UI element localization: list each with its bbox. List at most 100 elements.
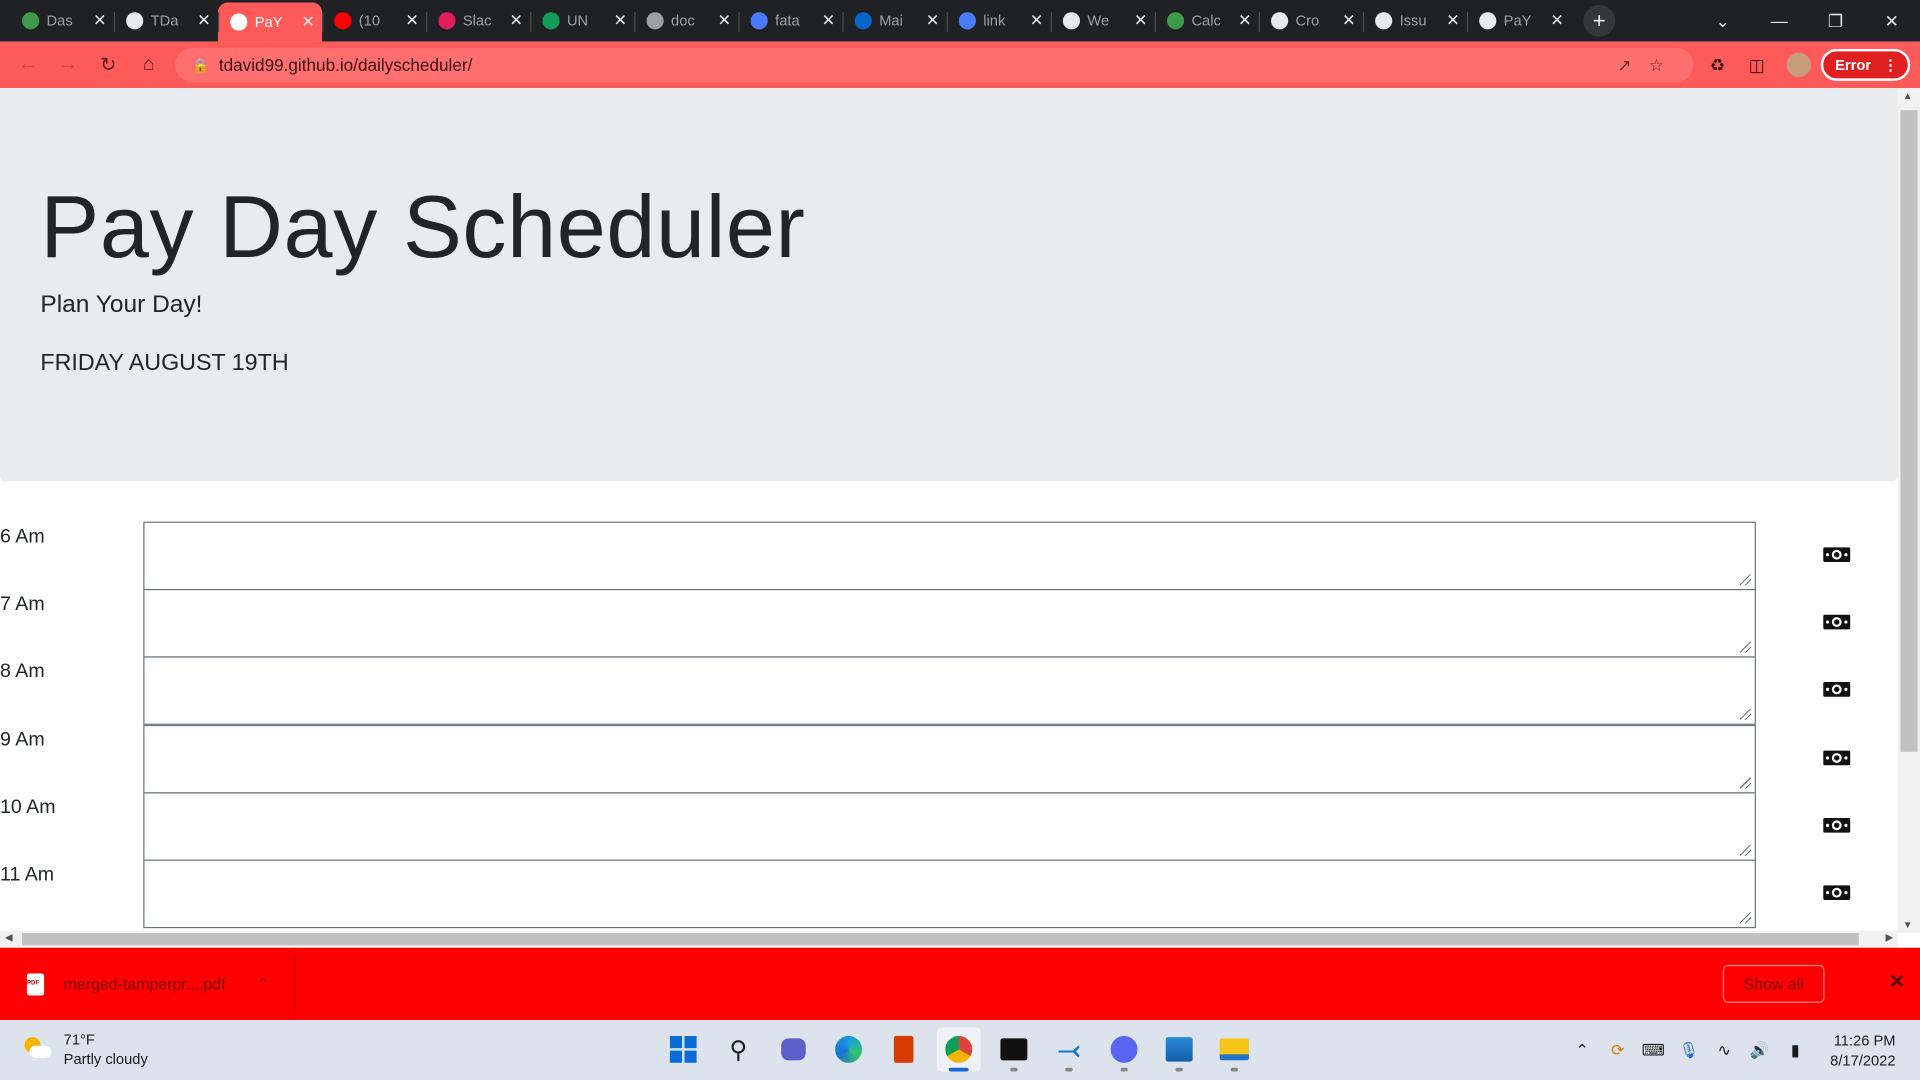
discord-taskbar-button[interactable] (1102, 1027, 1146, 1072)
bookmark-star-icon[interactable]: ☆ (1649, 55, 1682, 75)
scroll-up-icon[interactable]: ▲ (1903, 91, 1913, 102)
task-description-input[interactable] (143, 521, 1756, 591)
save-button[interactable] (1822, 814, 1851, 836)
resize-grip-icon[interactable] (1740, 844, 1752, 856)
browser-tab[interactable]: link ✕ (946, 2, 1051, 39)
close-tab-icon[interactable]: ✕ (1550, 11, 1563, 31)
browser-tab[interactable]: (10 ✕ (322, 2, 426, 39)
minimize-button[interactable]: — (1751, 11, 1807, 31)
browser-tab[interactable]: fata ✕ (738, 2, 842, 39)
address-bar[interactable]: 🔒 tdavid99.github.io/dailyscheduler/ ↗☆ (175, 47, 1694, 83)
save-button[interactable] (1822, 679, 1851, 701)
resize-grip-icon[interactable] (1740, 777, 1752, 789)
close-tab-icon[interactable]: ✕ (1238, 11, 1251, 31)
discord-icon (1110, 1035, 1138, 1063)
scroll-right-icon[interactable]: ▶ (1886, 932, 1894, 943)
close-tab-icon[interactable]: ✕ (93, 11, 106, 31)
extensions-puzzle-icon[interactable]: ♻ (1698, 54, 1737, 75)
browser-tab[interactable]: doc ✕ (634, 2, 738, 39)
microphone-icon[interactable]: 🎙 (1671, 1040, 1707, 1060)
tab-search-icon[interactable]: ⌄ (1695, 10, 1751, 31)
chat-taskbar-button[interactable] (771, 1027, 815, 1071)
close-window-button[interactable]: ✕ (1864, 10, 1920, 31)
scrollbar-thumb[interactable] (1900, 110, 1918, 752)
close-tab-icon[interactable]: ✕ (510, 11, 523, 31)
file-explorer-taskbar-button[interactable] (1212, 1027, 1256, 1072)
browser-tab[interactable]: Slac ✕ (426, 2, 530, 39)
close-tab-icon[interactable]: ✕ (1342, 11, 1355, 31)
scroll-down-icon[interactable]: ▼ (1903, 920, 1913, 931)
scroll-left-icon[interactable]: ◀ (5, 932, 13, 943)
save-button[interactable] (1822, 882, 1851, 904)
browser-tab[interactable]: UN ✕ (530, 2, 634, 39)
close-tab-icon[interactable]: ✕ (1134, 11, 1147, 31)
close-tab-icon[interactable]: ✕ (822, 11, 835, 31)
new-tab-button[interactable]: + (1583, 4, 1616, 37)
home-button[interactable]: ⌂ (129, 54, 169, 76)
wifi-icon[interactable]: ∿ (1706, 1040, 1742, 1060)
close-tab-icon[interactable]: ✕ (926, 11, 939, 31)
error-button[interactable]: Error ⋮ (1820, 48, 1911, 81)
close-icon[interactable]: ✕ (1889, 970, 1905, 994)
browser-tab[interactable]: PaY ✕ (1466, 2, 1571, 39)
task-description-input[interactable] (143, 791, 1756, 861)
side-panel-icon[interactable]: ◫ (1737, 54, 1776, 75)
restore-button[interactable]: ❐ (1807, 10, 1863, 31)
save-button[interactable] (1822, 544, 1851, 566)
chrome-taskbar-button[interactable] (936, 1027, 981, 1072)
terminal-taskbar-button[interactable] (992, 1027, 1036, 1072)
h-scrollbar-thumb[interactable] (22, 933, 1859, 946)
browser-tab[interactable]: Cro ✕ (1258, 2, 1363, 39)
horizontal-scrollbar[interactable]: ◀ ▶ (0, 930, 1898, 948)
browser-tab[interactable]: Issu ✕ (1362, 2, 1467, 39)
save-button[interactable] (1822, 746, 1851, 768)
close-tab-icon[interactable]: ✕ (718, 11, 731, 31)
task-description-input[interactable] (143, 724, 1756, 793)
task-description-input[interactable] (143, 589, 1756, 658)
close-tab-icon[interactable]: ✕ (301, 12, 314, 32)
start-button[interactable] (661, 1027, 705, 1071)
money-bill-icon (1823, 885, 1851, 900)
search-taskbar-button[interactable]: ⚲ (716, 1027, 760, 1071)
download-item[interactable]: merged-tamperpr....pdf ⌃ (0, 947, 296, 1021)
stock-icon (22, 12, 40, 30)
browser-tab[interactable]: We ✕ (1050, 2, 1155, 39)
task-description-input[interactable] (143, 656, 1756, 726)
battery-icon[interactable]: ▮ (1777, 1040, 1813, 1060)
photos-icon (1165, 1037, 1193, 1062)
reload-button[interactable]: ↻ (88, 53, 128, 77)
browser-tab[interactable]: PaY ✕ (217, 2, 323, 42)
close-tab-icon[interactable]: ✕ (1030, 11, 1043, 31)
profile-avatar[interactable] (1786, 52, 1811, 78)
share-icon[interactable]: ↗ (1617, 55, 1649, 75)
resize-grip-icon[interactable] (1740, 912, 1752, 924)
close-tab-icon[interactable]: ✕ (197, 11, 210, 31)
volume-icon[interactable]: 🔊 (1742, 1040, 1778, 1060)
forward-button[interactable]: → (48, 54, 88, 76)
browser-tab[interactable]: Das ✕ (10, 2, 114, 39)
browser-tab[interactable]: Calc ✕ (1154, 2, 1259, 39)
weather-widget[interactable]: 71°F Partly cloudy (22, 1030, 148, 1069)
show-all-button[interactable]: Show all (1722, 964, 1825, 1003)
task-description-input[interactable] (143, 859, 1756, 929)
resize-grip-icon[interactable] (1740, 574, 1752, 586)
chevron-up-icon[interactable]: ⌃ (1564, 1040, 1600, 1060)
close-tab-icon[interactable]: ✕ (405, 11, 418, 31)
back-button[interactable]: ← (7, 54, 47, 76)
clock[interactable]: 11:26 PM 8/17/2022 (1830, 1030, 1895, 1069)
chevron-up-icon[interactable]: ⌃ (257, 976, 268, 992)
browser-tab[interactable]: TDa ✕ (113, 2, 218, 39)
close-tab-icon[interactable]: ✕ (1446, 11, 1459, 31)
close-tab-icon[interactable]: ✕ (614, 11, 627, 31)
sync-icon[interactable]: ⟳ (1600, 1040, 1636, 1060)
keyboard-icon[interactable]: ⌨ (1635, 1040, 1671, 1060)
vscode-taskbar-button[interactable]: ⤙ (1047, 1027, 1091, 1072)
vertical-scrollbar[interactable]: ▲ ▼ (1897, 88, 1920, 934)
edge-taskbar-button[interactable] (827, 1027, 871, 1071)
photos-taskbar-button[interactable] (1157, 1027, 1201, 1072)
resize-grip-icon[interactable] (1740, 709, 1752, 721)
save-button[interactable] (1822, 611, 1851, 633)
resize-grip-icon[interactable] (1740, 641, 1752, 653)
office-taskbar-button[interactable] (882, 1027, 926, 1071)
browser-tab[interactable]: Mai ✕ (842, 2, 946, 39)
